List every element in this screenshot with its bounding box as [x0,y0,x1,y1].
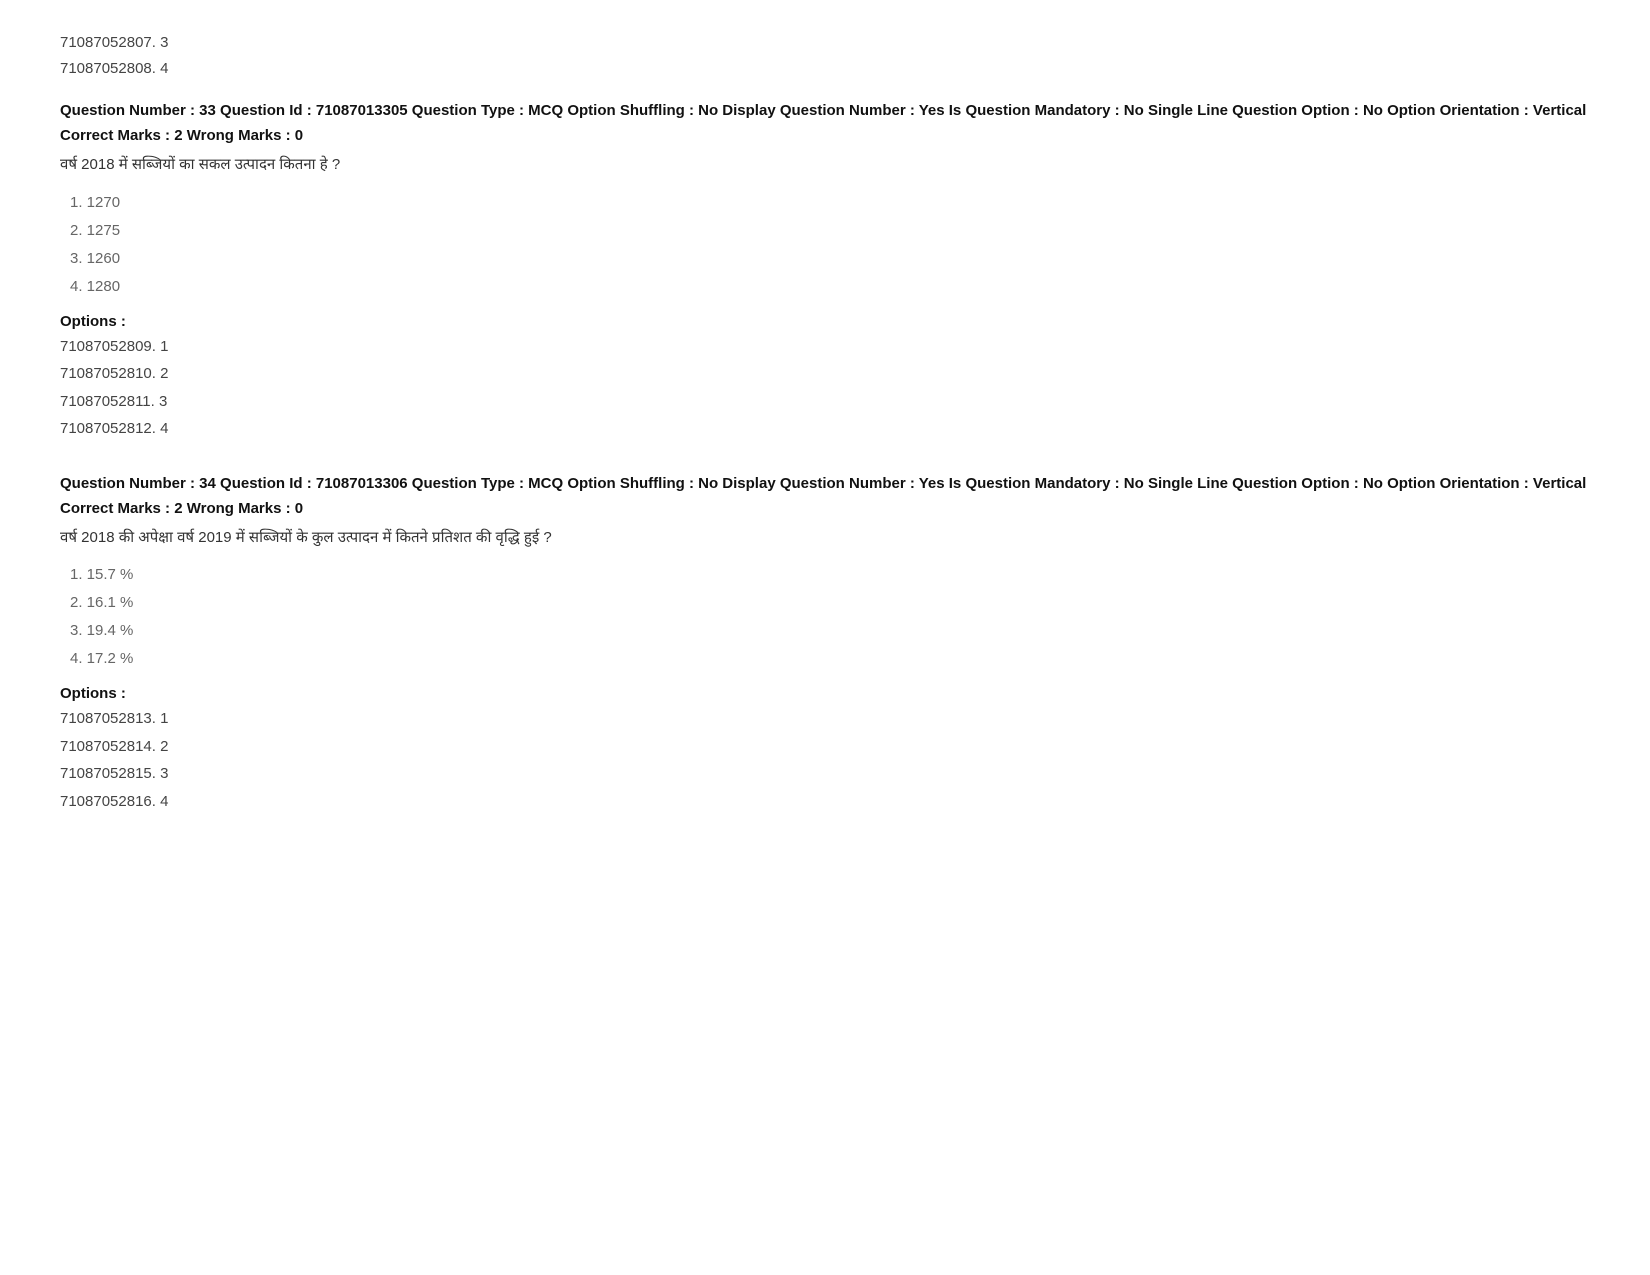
option-id-2-3: 71087052815. 3 [60,761,1590,787]
option-id-1-3: 71087052811. 3 [60,389,1590,415]
option-id-1-2: 71087052810. 2 [60,361,1590,387]
marks-line-1: Correct Marks : 2 Wrong Marks : 0 [60,127,1590,144]
question-text-1: वर्ष 2018 में सब्जियों का सकल उत्पादन कि… [60,154,1590,177]
option-ids-1: 71087052809. 171087052810. 271087052811.… [60,334,1590,442]
option-item-1-3: 3. 1260 [70,247,1590,271]
option-id-2-4: 71087052816. 4 [60,789,1590,815]
option-id-1-4: 71087052812. 4 [60,416,1590,442]
top-option-1: 71087052807. 3 [60,30,1590,56]
top-option-2: 71087052808. 4 [60,56,1590,82]
option-item-1-4: 4. 1280 [70,275,1590,299]
option-ids-2: 71087052813. 171087052814. 271087052815.… [60,706,1590,814]
option-item-2-2: 2. 16.1 % [70,591,1590,615]
option-list-2: 1. 15.7 % 2. 16.1 % 3. 19.4 % 4. 17.2 % [60,563,1590,671]
question-meta-1: Question Number : 33 Question Id : 71087… [60,99,1590,123]
option-id-2-1: 71087052813. 1 [60,706,1590,732]
question-block-2: Question Number : 34 Question Id : 71087… [60,472,1590,815]
question-text-2: वर्ष 2018 की अपेक्षा वर्ष 2019 में सब्जि… [60,527,1590,550]
marks-line-2: Correct Marks : 2 Wrong Marks : 0 [60,500,1590,517]
top-options: 71087052807. 3 71087052808. 4 [60,30,1590,81]
options-label-2: Options : [60,685,1590,702]
option-item-1-1: 1. 1270 [70,191,1590,215]
options-label-1: Options : [60,313,1590,330]
option-id-1-1: 71087052809. 1 [60,334,1590,360]
option-item-2-3: 3. 19.4 % [70,619,1590,643]
option-item-2-1: 1. 15.7 % [70,563,1590,587]
option-item-1-2: 2. 1275 [70,219,1590,243]
question-meta-2: Question Number : 34 Question Id : 71087… [60,472,1590,496]
question-block-1: Question Number : 33 Question Id : 71087… [60,99,1590,442]
option-id-2-2: 71087052814. 2 [60,734,1590,760]
option-list-1: 1. 1270 2. 1275 3. 1260 4. 1280 [60,191,1590,299]
option-item-2-4: 4. 17.2 % [70,647,1590,671]
